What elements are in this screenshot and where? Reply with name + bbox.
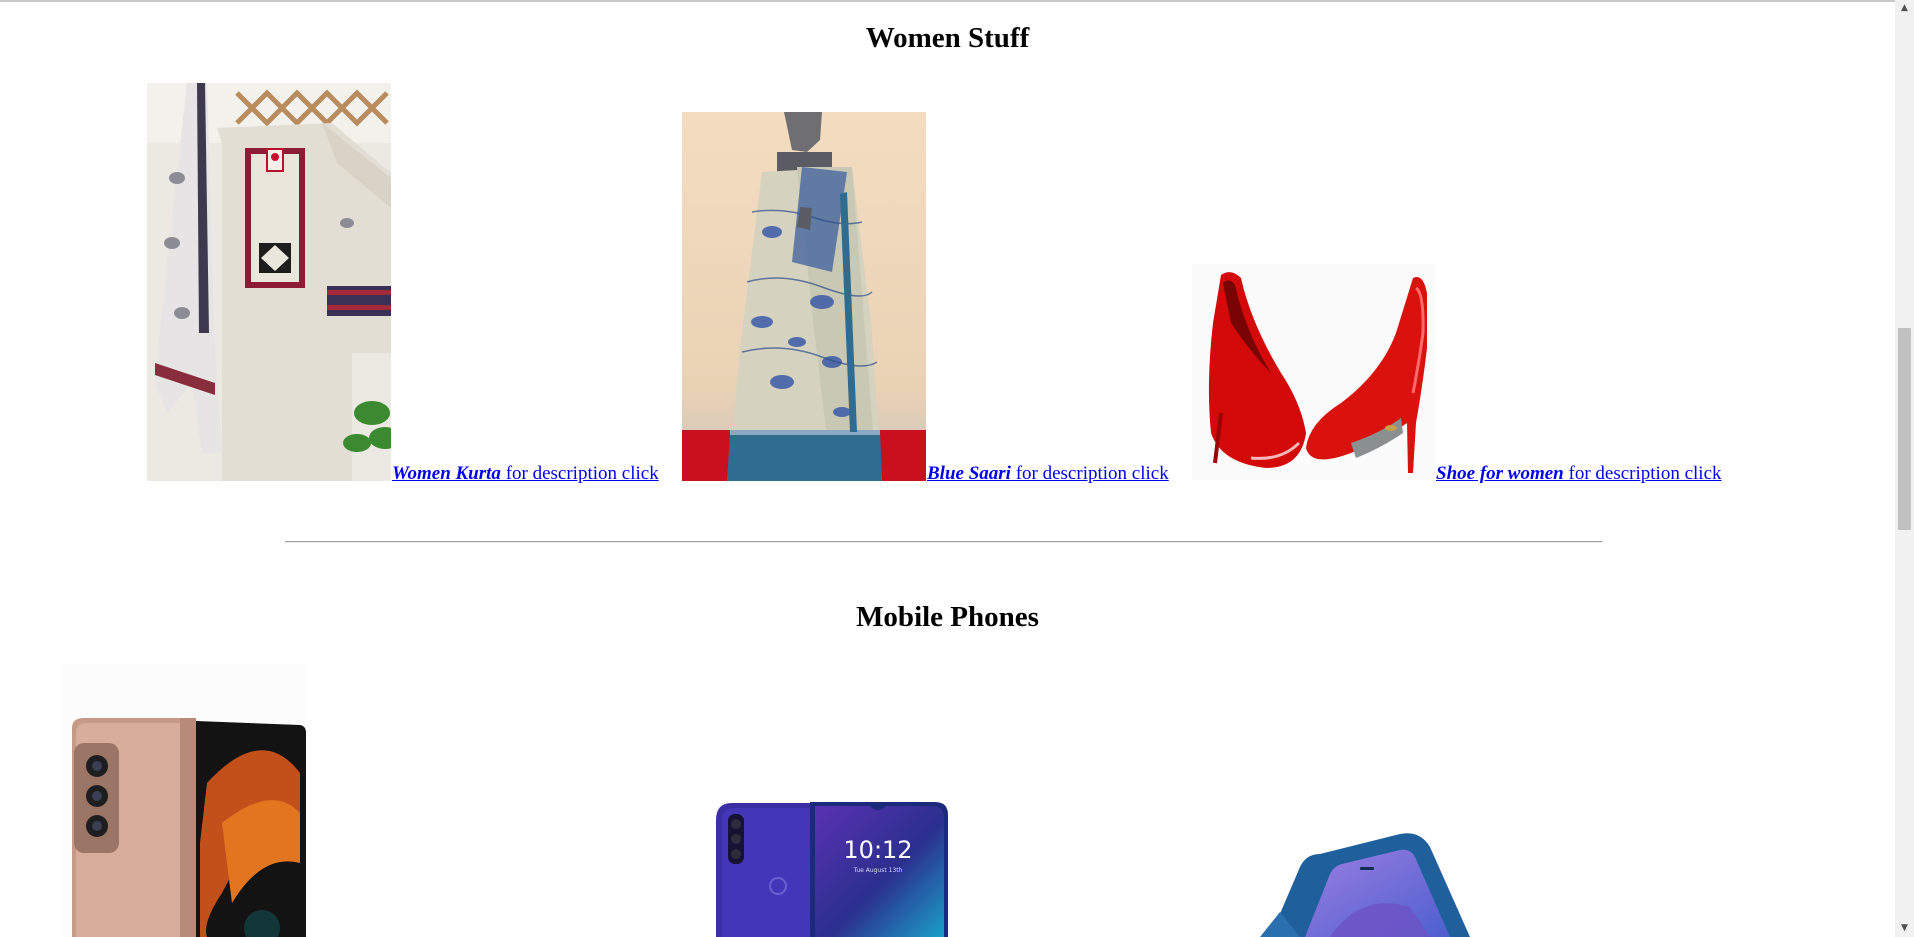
shoe-for-women-link-name: Shoe for women: [1436, 463, 1564, 484]
svg-text:Tue August 13th: Tue August 13th: [853, 867, 903, 874]
blue-saari-image: [682, 112, 926, 481]
blue-saari-link[interactable]: Blue Saari for description click: [927, 463, 1169, 485]
phone-foldable-image-link[interactable]: [62, 663, 306, 937]
phone-third-image-link[interactable]: [1260, 812, 1504, 937]
scroll-down-arrow-icon[interactable]: ▼: [1895, 920, 1914, 937]
women-kurta-image: [147, 83, 391, 481]
phone-third-image: [1260, 812, 1504, 937]
women-kurta-image-link[interactable]: [147, 83, 391, 481]
section-divider: [285, 541, 1602, 543]
blue-saari-image-link[interactable]: [682, 112, 926, 481]
phone-foldable-image: [62, 663, 306, 937]
blue-saari-link-name: Blue Saari: [927, 463, 1011, 484]
phone-blue-image: 10:12 Tue August 13th: [710, 800, 954, 937]
shoe-for-women-image-link[interactable]: [1191, 263, 1435, 481]
women-kurta-link-name: Women Kurta: [392, 463, 501, 484]
shoe-for-women-link-suffix: for description click: [1563, 463, 1722, 484]
phone-blue-image-link[interactable]: 10:12 Tue August 13th: [710, 800, 954, 937]
women-stuff-heading: Women Stuff: [865, 22, 1030, 54]
page-content: Women Stuff Women Kurta for description …: [0, 0, 1895, 937]
shoe-for-women-link[interactable]: Shoe for women for description click: [1436, 463, 1722, 485]
scroll-up-arrow-icon[interactable]: ▲: [1895, 0, 1914, 17]
blue-saari-link-suffix: for description click: [1010, 463, 1169, 484]
mobile-phones-heading: Mobile Phones: [856, 601, 1039, 633]
scrollbar-thumb[interactable]: [1898, 328, 1911, 530]
women-kurta-link[interactable]: Women Kurta for description click: [392, 463, 659, 485]
vertical-scrollbar[interactable]: ▲ ▼: [1895, 0, 1914, 937]
shoe-for-women-image: [1191, 263, 1435, 481]
svg-text:10:12: 10:12: [843, 836, 912, 864]
women-kurta-link-suffix: for description click: [500, 463, 659, 484]
